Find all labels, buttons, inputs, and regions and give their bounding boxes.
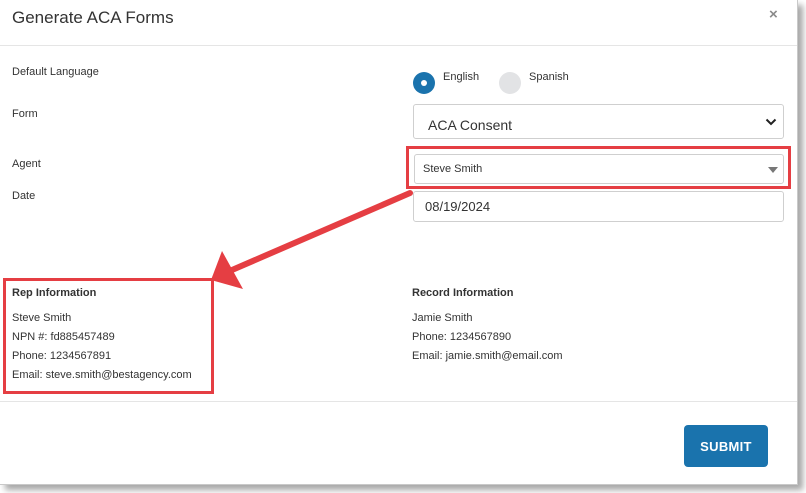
radio-english-label[interactable]: English (443, 71, 479, 83)
agent-label: Agent (12, 158, 41, 170)
footer-divider (0, 401, 797, 402)
arrow-annotation (211, 190, 413, 289)
generate-aca-forms-modal: Generate ACA Forms × Default Language Fo… (0, 0, 798, 485)
rep-npn: NPN #: fd885457489 (12, 331, 115, 343)
close-icon[interactable]: × (769, 6, 778, 23)
rep-phone: Phone: 1234567891 (12, 350, 112, 362)
record-phone: Phone: 1234567890 (412, 331, 512, 343)
rep-name: Steve Smith (12, 312, 72, 324)
radio-spanish-label[interactable]: Spanish (529, 71, 569, 83)
record-info-title: Record Information (412, 287, 514, 299)
date-label: Date (12, 190, 36, 202)
default-language-label: Default Language (12, 66, 99, 78)
form-select-value: ACA Consent (428, 117, 513, 133)
rep-email: Email: steve.smith@bestagency.com (12, 369, 192, 381)
rep-info-title: Rep Information (12, 287, 97, 299)
date-input[interactable] (413, 191, 784, 222)
record-email: Email: jamie.smith@email.com (412, 350, 563, 362)
form-label: Form (12, 108, 38, 120)
header-divider (0, 45, 797, 46)
agent-highlight-box (406, 146, 791, 189)
record-info-details: Jamie Smith Phone: 1234567890 Email: jam… (412, 309, 563, 366)
chevron-down-icon (765, 118, 777, 126)
form-select[interactable]: ACA Consent (413, 104, 784, 139)
modal-title: Generate ACA Forms (12, 8, 174, 27)
radio-english[interactable] (413, 72, 435, 94)
record-name: Jamie Smith (412, 312, 473, 324)
rep-info-details: Steve Smith NPN #: fd885457489 Phone: 12… (12, 309, 192, 385)
radio-spanish[interactable] (499, 72, 521, 94)
submit-button[interactable]: SUBMIT (684, 425, 768, 467)
